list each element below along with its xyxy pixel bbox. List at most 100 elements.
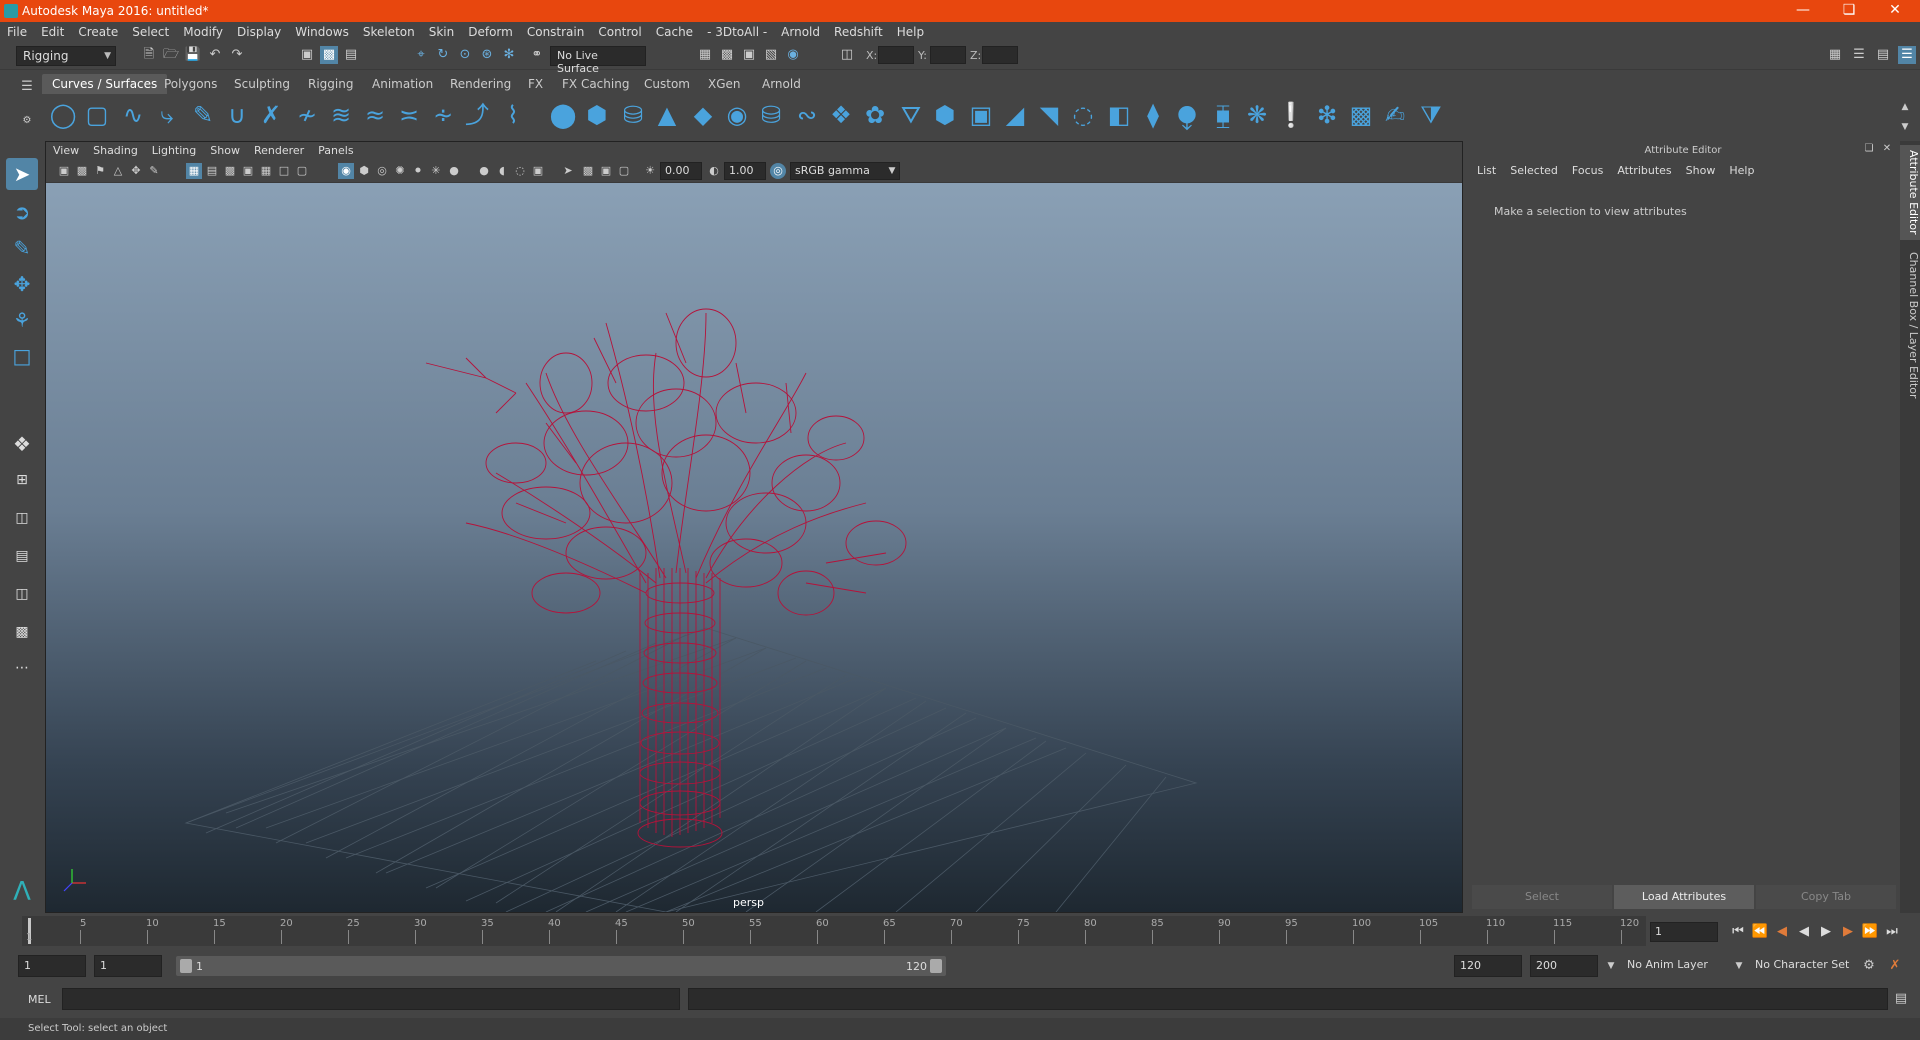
shelf-scroll-icon[interactable]: ▲ xyxy=(1896,98,1914,116)
animation-preferences-icon[interactable]: ✗ xyxy=(1886,957,1904,975)
single-perspective-layout-icon[interactable]: ❖ xyxy=(6,428,38,460)
snap-grid-icon[interactable]: ⌖ xyxy=(412,46,430,64)
shelf-settings-icon[interactable]: ⚙ xyxy=(18,112,36,130)
load-attributes-button[interactable]: Load Attributes xyxy=(1614,885,1754,909)
chevron-down-icon[interactable]: ▼ xyxy=(1730,957,1748,975)
menu-skeleton[interactable]: Skeleton xyxy=(356,22,422,42)
add-points-icon[interactable]: ⤴ xyxy=(462,100,492,130)
animation-end-field[interactable]: 200 xyxy=(1530,955,1598,977)
live-surface-field[interactable]: No Live Surface xyxy=(550,46,646,75)
image-plane-icon[interactable]: △ xyxy=(110,163,126,179)
multisample-aa-icon[interactable]: ◖ xyxy=(494,163,510,179)
menu-skin[interactable]: Skin xyxy=(422,22,462,42)
panel-menu-renderer[interactable]: Renderer xyxy=(247,142,311,159)
nurbs-sphere-icon[interactable]: ⬤ xyxy=(548,100,578,130)
tab-attribute-editor[interactable]: Attribute Editor xyxy=(1900,145,1920,240)
play-forwards-icon[interactable]: ▶ xyxy=(1816,922,1836,942)
close-panel-icon[interactable]: ✕ xyxy=(1880,142,1894,156)
nurbs-plane-icon[interactable]: ◆ xyxy=(688,100,718,130)
chevron-down-icon[interactable]: ▼ xyxy=(1602,957,1620,975)
menu-windows[interactable]: Windows xyxy=(288,22,356,42)
menu-constrain[interactable]: Constrain xyxy=(520,22,592,42)
select-object-icon[interactable]: ▩ xyxy=(320,46,338,64)
step-forward-frame-icon[interactable]: ⏩ xyxy=(1860,922,1880,942)
gate-mask-icon[interactable]: ▣ xyxy=(240,163,256,179)
arc-tool-icon[interactable]: ∪ xyxy=(222,100,252,130)
snap-view-plane-icon[interactable]: ⊛ xyxy=(478,46,496,64)
new-scene-icon[interactable]: 🗎 xyxy=(140,46,158,64)
ae-menu-help[interactable]: Help xyxy=(1722,162,1761,179)
ae-menu-focus[interactable]: Focus xyxy=(1565,162,1610,179)
render-settings-icon[interactable]: ▧ xyxy=(762,46,780,64)
square-surface-icon[interactable]: ▣ xyxy=(966,100,996,130)
insert-knot-icon[interactable]: ≋ xyxy=(326,100,356,130)
field-chart-icon[interactable]: ▦ xyxy=(258,163,274,179)
x-field[interactable] xyxy=(878,46,914,64)
tab-sculpting[interactable]: Sculpting xyxy=(224,74,300,94)
playback-end-field[interactable]: 120 xyxy=(1454,955,1522,977)
planar-icon[interactable]: ❖ xyxy=(826,100,856,130)
stitch-icon[interactable]: ❇ xyxy=(1312,100,1342,130)
curve-editing-icon[interactable]: ⌇ xyxy=(498,100,528,130)
go-to-start-icon[interactable]: ⏮ xyxy=(1728,922,1748,942)
paint-select-icon[interactable]: ✎ xyxy=(6,232,38,264)
perspective-viewport[interactable] xyxy=(46,183,1462,912)
ae-menu-list[interactable]: List xyxy=(1470,162,1503,179)
project-curve-icon[interactable]: ◧ xyxy=(1104,100,1134,130)
safe-title-icon[interactable]: ▢ xyxy=(294,163,310,179)
ep-curve-icon[interactable]: ⤷ xyxy=(152,100,182,130)
exposure-field[interactable]: 0.00 xyxy=(660,162,702,180)
resolution-gate-icon[interactable]: ▩ xyxy=(222,163,238,179)
undo-icon[interactable]: ↶ xyxy=(206,46,224,64)
xray-joints-icon[interactable]: ▩ xyxy=(580,163,596,179)
wireframe-on-shaded-icon[interactable]: ◎ xyxy=(374,163,390,179)
tab-custom[interactable]: Custom xyxy=(634,74,700,94)
render-view-icon[interactable]: ▦ xyxy=(696,46,714,64)
playback-start-field[interactable]: 1 xyxy=(94,955,162,977)
select-tool-icon[interactable]: ➤ xyxy=(6,158,38,190)
tab-rendering[interactable]: Rendering xyxy=(440,74,521,94)
screen-space-ao-icon[interactable]: ● xyxy=(446,163,462,179)
menu-display[interactable]: Display xyxy=(230,22,288,42)
wireframe-icon[interactable]: ◉ xyxy=(338,163,354,179)
attach-surfaces-icon[interactable]: ❋ xyxy=(1242,100,1272,130)
offset-curve-icon[interactable]: ≍ xyxy=(394,100,424,130)
revolve-icon[interactable]: ⛁ xyxy=(756,100,786,130)
menu-file[interactable]: File xyxy=(0,22,34,42)
snap-curve-icon[interactable]: ↻ xyxy=(434,46,452,64)
scale-tool-icon[interactable]: □ xyxy=(6,340,38,372)
panel-menu-view[interactable]: View xyxy=(46,142,86,159)
surface-editing-icon[interactable]: ⧩ xyxy=(1416,100,1446,130)
menu-modify[interactable]: Modify xyxy=(176,22,230,42)
tab-channel-box[interactable]: Channel Box / Layer Editor xyxy=(1900,250,1920,400)
menu-3dtoall[interactable]: - 3DtoAll - xyxy=(700,22,774,42)
nurbs-torus-icon[interactable]: ◉ xyxy=(722,100,752,130)
panel-menu-panels[interactable]: Panels xyxy=(311,142,360,159)
tab-curves-surfaces[interactable]: Curves / Surfaces xyxy=(42,74,168,94)
tab-fx[interactable]: FX xyxy=(518,74,553,94)
auto-key-icon[interactable]: ⚙ xyxy=(1860,957,1878,975)
open-scene-icon[interactable]: 🗁 xyxy=(162,46,180,64)
sculpt-geometry-icon[interactable]: ✍ xyxy=(1380,100,1410,130)
tool-settings-icon[interactable]: ▤ xyxy=(1874,46,1892,64)
panel-menu-shading[interactable]: Shading xyxy=(86,142,145,159)
tab-fx-caching[interactable]: FX Caching xyxy=(552,74,639,94)
tab-polygons[interactable]: Polygons xyxy=(154,74,227,94)
anim-layer-dropdown[interactable]: No Anim Layer xyxy=(1622,955,1740,977)
character-set-dropdown[interactable]: No Character Set xyxy=(1750,955,1868,977)
extend-curve-icon[interactable]: ≈ xyxy=(360,100,390,130)
xray-components-icon[interactable]: ▣ xyxy=(598,163,614,179)
lasso-tool-icon[interactable]: ➲ xyxy=(6,196,38,228)
intersect-surfaces-icon[interactable]: ⧫ xyxy=(1138,100,1168,130)
birail-icon[interactable]: ⛛ xyxy=(896,100,926,130)
persp-graph-layout-icon[interactable]: ▤ xyxy=(6,540,38,572)
rotate-tool-icon[interactable]: ⚘ xyxy=(6,304,38,336)
redo-icon[interactable]: ↷ xyxy=(228,46,246,64)
z-field[interactable] xyxy=(982,46,1018,64)
range-start-handle[interactable] xyxy=(180,959,192,973)
xray-icon[interactable]: ➤ xyxy=(560,163,576,179)
copy-tab-button[interactable]: Copy Tab xyxy=(1756,885,1896,909)
menu-deform[interactable]: Deform xyxy=(461,22,520,42)
y-field[interactable] xyxy=(930,46,966,64)
bookmark-icon[interactable]: ⚑ xyxy=(92,163,108,179)
